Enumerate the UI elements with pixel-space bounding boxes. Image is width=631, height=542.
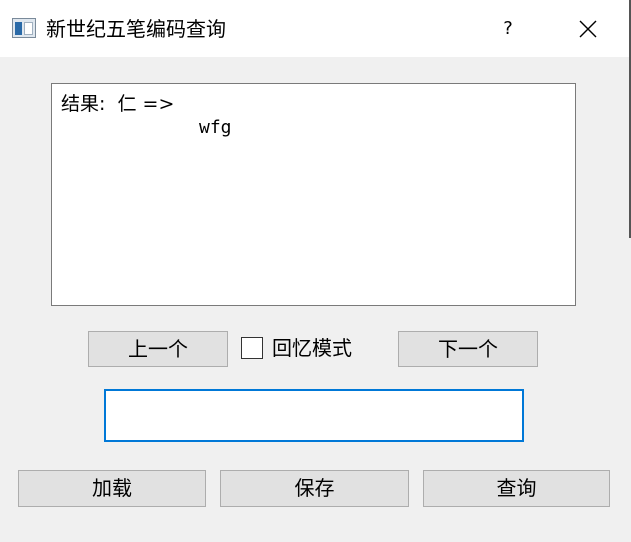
- close-icon: [579, 20, 597, 38]
- load-button[interactable]: 加载: [18, 470, 206, 507]
- save-button[interactable]: 保存: [220, 470, 409, 507]
- query-button[interactable]: 查询: [423, 470, 610, 507]
- result-display: 结果: 仁 => wfg: [51, 83, 576, 306]
- app-window-icon: [12, 18, 36, 38]
- next-button[interactable]: 下一个: [398, 331, 538, 367]
- main-window: 新世纪五笔编码查询 ? 结果: 仁 => wfg 上一个 回忆模式 下一个 加载…: [0, 0, 631, 542]
- app-icon-right-pane: [24, 22, 33, 35]
- title-bar: 新世纪五笔编码查询 ?: [0, 0, 631, 57]
- window-title: 新世纪五笔编码查询: [46, 17, 226, 41]
- result-line-char: 结果: 仁 =>: [61, 93, 175, 115]
- memory-mode-checkbox[interactable]: [241, 337, 263, 359]
- app-icon-left-pane: [15, 22, 22, 35]
- memory-mode-label: 回忆模式: [272, 336, 352, 360]
- prev-button[interactable]: 上一个: [88, 331, 228, 367]
- query-input[interactable]: [104, 389, 524, 442]
- help-button[interactable]: ?: [492, 14, 524, 44]
- close-button[interactable]: [570, 12, 606, 46]
- result-line-code: wfg: [199, 117, 232, 138]
